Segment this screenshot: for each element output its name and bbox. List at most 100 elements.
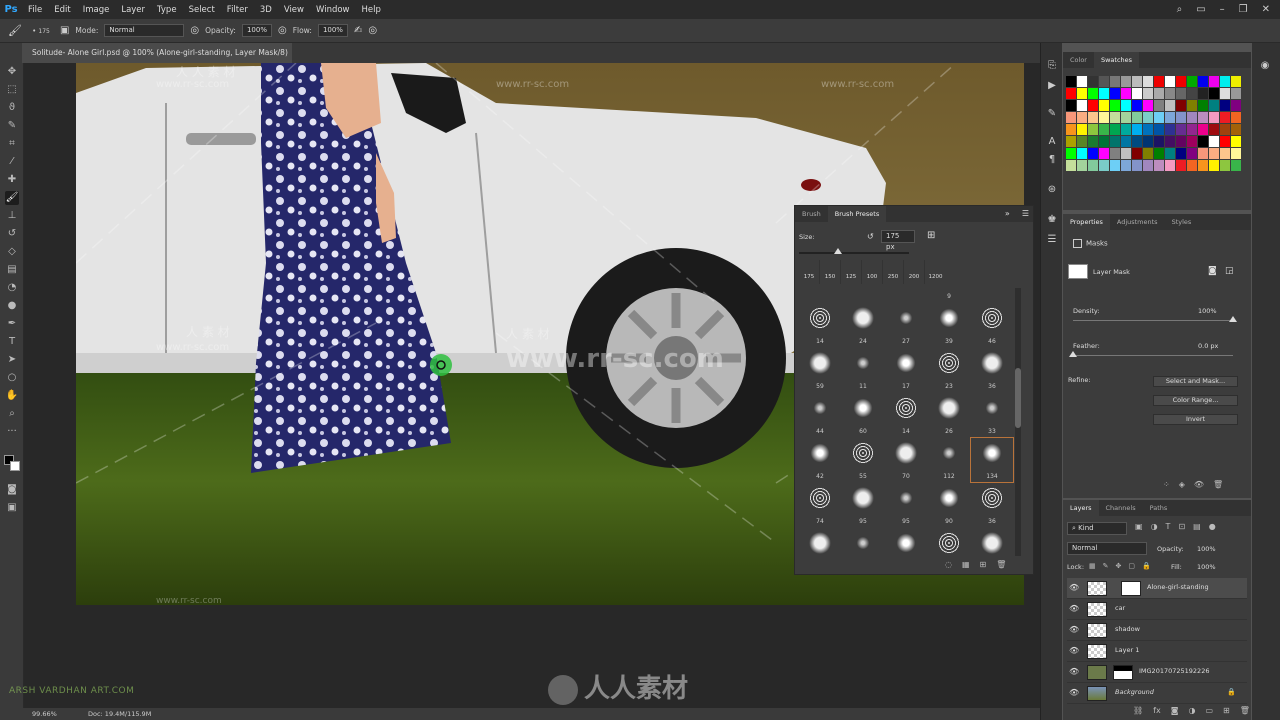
brush-panel-toggle-icon[interactable]: ▣	[60, 25, 69, 36]
more-tools-icon[interactable]: ···	[5, 425, 19, 439]
menu-view[interactable]: View	[278, 5, 310, 15]
color-swatch[interactable]	[1143, 124, 1153, 135]
color-swatch[interactable]	[1154, 76, 1164, 87]
menu-image[interactable]: Image	[77, 5, 116, 15]
brush-preset-cell[interactable]: 134	[970, 437, 1014, 483]
adjustment-layer-icon[interactable]: ◑	[1188, 706, 1195, 715]
visibility-eye-icon[interactable]: 👁	[1069, 667, 1079, 677]
restore-icon[interactable]: ❐	[1239, 4, 1248, 15]
toggle-brush-panel-icon[interactable]: ◌	[945, 560, 952, 569]
color-swatch[interactable]	[1176, 88, 1186, 99]
layer-name[interactable]: shadow	[1115, 625, 1140, 633]
load-selection-icon[interactable]: ⁘	[1163, 480, 1170, 489]
menu-help[interactable]: Help	[356, 5, 387, 15]
color-swatch[interactable]	[1209, 88, 1219, 99]
brush-size-slider-thumb[interactable]	[833, 248, 842, 254]
layer-row-shadow[interactable]: 👁 shadow	[1067, 620, 1247, 641]
color-swatch[interactable]	[1121, 136, 1131, 147]
new-group-icon[interactable]: ▭	[1205, 706, 1213, 715]
color-swatch[interactable]	[1220, 124, 1230, 135]
color-swatch[interactable]	[1231, 136, 1241, 147]
color-swatch[interactable]	[1088, 76, 1098, 87]
color-swatch[interactable]	[1110, 112, 1120, 123]
color-swatch[interactable]	[1176, 100, 1186, 111]
color-swatch[interactable]	[1165, 76, 1175, 87]
opacity-input[interactable]: 100%	[241, 24, 272, 37]
brush-preset-cell[interactable]: 33	[971, 393, 1013, 437]
brush-size-slider[interactable]	[799, 248, 909, 254]
color-swatch[interactable]	[1110, 148, 1120, 159]
layer-name[interactable]: Alone-girl-standing	[1147, 583, 1209, 591]
color-swatch[interactable]	[1099, 112, 1109, 123]
recent-brush[interactable]: 150	[820, 260, 841, 284]
swatch-grid[interactable]	[1066, 76, 1246, 204]
brush-preset-cell[interactable]	[885, 288, 927, 302]
layer-name[interactable]: IMG20170725192226	[1139, 667, 1209, 675]
color-swatch[interactable]	[1077, 160, 1087, 171]
layer-mask-thumbnail[interactable]	[1068, 264, 1088, 279]
brush-preset-cell[interactable]: 14	[799, 303, 841, 347]
brush-preset-cell[interactable]: 95	[842, 483, 884, 527]
menu-select[interactable]: Select	[183, 5, 221, 15]
color-swatch[interactable]	[1143, 100, 1153, 111]
eraser-tool-icon[interactable]: ◇	[5, 245, 19, 259]
color-swatch[interactable]	[1088, 100, 1098, 111]
character-panel-icon[interactable]: A	[1045, 135, 1059, 149]
recent-brush[interactable]: 200	[904, 260, 925, 284]
color-swatch[interactable]	[1198, 124, 1208, 135]
lock-all-icon[interactable]: 🔒	[1142, 562, 1151, 570]
panel-menu-icon[interactable]: ☰	[1022, 206, 1033, 222]
color-swatch[interactable]	[1143, 76, 1153, 87]
layer-name[interactable]: Background	[1115, 688, 1154, 696]
color-swatch[interactable]	[1209, 160, 1219, 171]
layer-row-car[interactable]: 👁 car	[1067, 599, 1247, 620]
color-swatch[interactable]	[1110, 124, 1120, 135]
brush-preset-cell[interactable]: 27	[885, 303, 927, 347]
color-swatch[interactable]	[1209, 148, 1219, 159]
color-swatch[interactable]	[1132, 100, 1142, 111]
brush-tool-icon[interactable]: 🖌	[8, 24, 22, 37]
tab-brush-presets[interactable]: Brush Presets	[827, 206, 887, 222]
color-swatch[interactable]	[1220, 160, 1230, 171]
color-swatch[interactable]	[1121, 76, 1131, 87]
visibility-eye-icon[interactable]: 👁	[1069, 625, 1079, 635]
type-tool-icon[interactable]: T	[5, 335, 19, 349]
brush-preset-cell[interactable]: 9	[928, 288, 970, 302]
color-swatch[interactable]	[1220, 112, 1230, 123]
search-icon[interactable]: ⌕	[1177, 4, 1183, 15]
color-swatch[interactable]	[1187, 100, 1197, 111]
layer-style-icon[interactable]: fx	[1153, 706, 1161, 715]
tab-color[interactable]: Color	[1063, 52, 1094, 68]
color-swatch[interactable]	[1231, 148, 1241, 159]
color-swatch[interactable]	[1088, 160, 1098, 171]
history-brush-icon[interactable]: ↺	[5, 227, 19, 241]
color-swatch[interactable]	[1154, 136, 1164, 147]
brush-preset-cell[interactable]	[928, 528, 970, 556]
menu-window[interactable]: Window	[310, 5, 356, 15]
color-swatch[interactable]	[1110, 76, 1120, 87]
color-swatch[interactable]	[1187, 148, 1197, 159]
learn-panel-icon[interactable]: ◉	[1258, 59, 1272, 73]
color-swatch[interactable]	[1066, 136, 1076, 147]
zoom-level[interactable]: 99.66%	[32, 708, 57, 720]
color-swatch[interactable]	[1143, 148, 1153, 159]
color-swatch[interactable]	[1165, 112, 1175, 123]
tab-brush[interactable]: Brush	[795, 206, 828, 222]
brush-preset-cell[interactable]	[885, 528, 927, 556]
layer-kind-filter[interactable]: ⌕ Kind	[1067, 522, 1127, 535]
apply-mask-icon[interactable]: ◈	[1179, 480, 1185, 489]
color-swatch[interactable]	[1099, 160, 1109, 171]
history-panel-icon[interactable]: ⎘	[1045, 59, 1059, 73]
blur-tool-icon[interactable]: ◔	[5, 281, 19, 295]
eyedropper-tool-icon[interactable]: ⁄	[5, 155, 19, 169]
color-swatch[interactable]	[1110, 160, 1120, 171]
color-swatch[interactable]	[1209, 124, 1219, 135]
color-swatch[interactable]	[1187, 88, 1197, 99]
color-swatch[interactable]	[1099, 76, 1109, 87]
color-swatch[interactable]	[1121, 124, 1131, 135]
panel-collapse-icon[interactable]: »	[1005, 206, 1022, 222]
delete-brush-icon[interactable]: 🗑	[996, 560, 1006, 569]
color-range-button[interactable]: Color Range...	[1153, 395, 1238, 406]
color-swatch[interactable]	[1231, 88, 1241, 99]
background-color-swatch[interactable]	[10, 461, 20, 471]
